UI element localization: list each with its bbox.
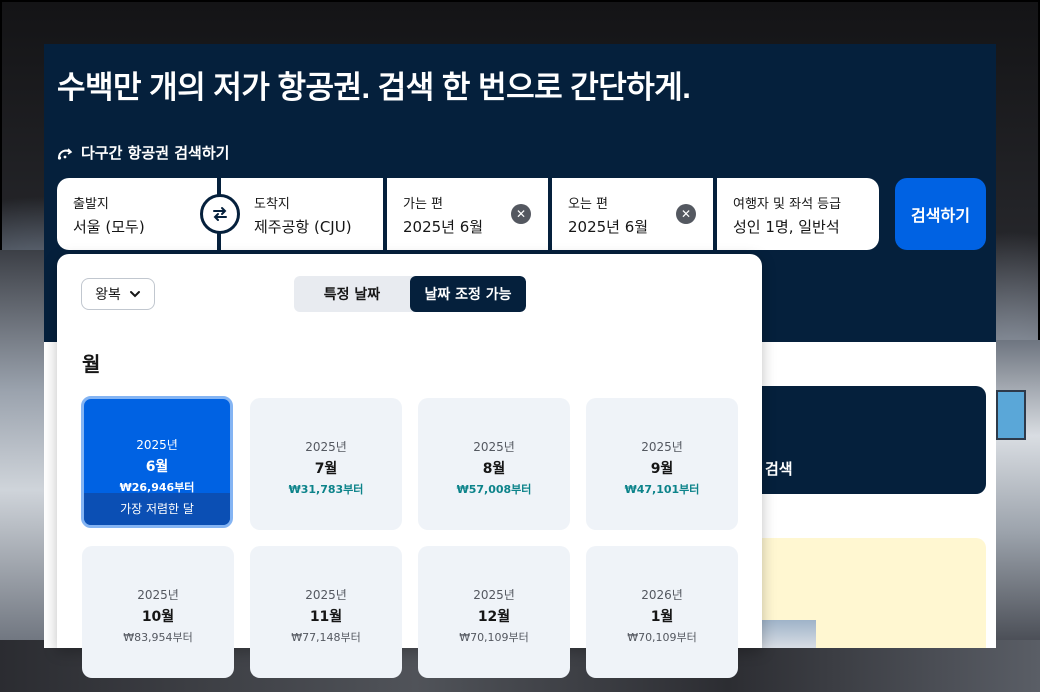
background-window (996, 390, 1026, 440)
swap-button[interactable] (200, 194, 240, 234)
chevron-down-icon (129, 291, 140, 298)
promo-card-text: 검색 (765, 460, 793, 478)
origin-label: 출발지 (73, 197, 109, 212)
month-card[interactable]: 2025년 6월 ₩26,946부터 가장 저렴한 달 (81, 396, 233, 528)
month-price: ₩47,101부터 (624, 483, 700, 496)
tab-specific-dates[interactable]: 특정 날짜 (294, 276, 410, 312)
trip-type-value: 왕복 (95, 287, 121, 303)
month-section-title: 월 (82, 352, 101, 376)
month-year: 2025년 (136, 438, 178, 452)
date-mode-toggle: 특정 날짜 날짜 조정 가능 (294, 276, 526, 312)
month-card[interactable]: 2025년 7월 ₩31,783부터 (250, 398, 402, 530)
clear-return-icon[interactable]: ✕ (676, 204, 696, 224)
month-year: 2026년 (641, 588, 683, 602)
month-card[interactable]: 2025년 10월 ₩83,954부터 (82, 546, 234, 678)
multi-city-link[interactable]: 다구간 항공권 검색하기 (57, 142, 229, 163)
month-year: 2025년 (137, 588, 179, 602)
month-price: ₩83,954부터 (123, 631, 193, 644)
multi-city-label: 다구간 항공권 검색하기 (81, 144, 230, 162)
month-card[interactable]: 2025년 11월 ₩77,148부터 (250, 546, 402, 678)
month-card[interactable]: 2026년 1월 ₩70,109부터 (586, 546, 738, 678)
search-button[interactable]: 검색하기 (895, 178, 986, 250)
background-aircraft-right (996, 340, 1040, 660)
month-price: ₩57,008부터 (456, 483, 532, 496)
date-picker-dropdown: 왕복 특정 날짜 날짜 조정 가능 월 2025년 6월 ₩26,946부터 가… (57, 254, 762, 678)
origin-value: 서울 (모두) (73, 218, 145, 236)
month-year: 2025년 (305, 588, 347, 602)
month-year: 2025년 (641, 440, 683, 454)
destination-value: 제주공항 (CJU) (254, 218, 352, 236)
promo-image (762, 620, 816, 648)
month-card[interactable]: 2025년 8월 ₩57,008부터 (418, 398, 570, 530)
destination-label: 도착지 (254, 197, 290, 212)
promo-card[interactable]: 검색 (740, 386, 986, 494)
month-year: 2025년 (473, 588, 515, 602)
origin-field[interactable]: 출발지 서울 (모두) (57, 178, 217, 250)
month-name: 10월 (141, 609, 175, 625)
month-name: 9월 (650, 461, 674, 477)
multi-city-icon (57, 147, 73, 160)
travellers-value: 성인 1명, 일반석 (733, 218, 840, 236)
month-year: 2025년 (305, 440, 347, 454)
month-name: 8월 (482, 461, 506, 477)
month-year: 2025년 (473, 440, 515, 454)
month-price: ₩77,148부터 (291, 631, 361, 644)
background-aircraft-left (0, 250, 44, 650)
travellers-label: 여행자 및 좌석 등급 (733, 197, 842, 212)
swap-icon (213, 207, 227, 221)
month-price: ₩70,109부터 (627, 631, 697, 644)
cheapest-month-badge: 가장 저렴한 달 (84, 493, 230, 525)
depart-date-field[interactable]: 가는 편 2025년 6월 ✕ (387, 178, 548, 250)
travellers-field[interactable]: 여행자 및 좌석 등급 성인 1명, 일반석 (717, 178, 879, 250)
page-headline: 수백만 개의 저가 항공권. 검색 한 번으로 간단하게. (57, 70, 691, 105)
return-date-field[interactable]: 오는 편 2025년 6월 ✕ (552, 178, 713, 250)
month-name: 6월 (145, 459, 169, 475)
month-card[interactable]: 2025년 12월 ₩70,109부터 (418, 546, 570, 678)
month-name: 12월 (477, 609, 511, 625)
month-card[interactable]: 2025년 9월 ₩47,101부터 (586, 398, 738, 530)
trip-type-select[interactable]: 왕복 (81, 278, 155, 310)
month-price: ₩70,109부터 (459, 631, 529, 644)
month-name: 1월 (650, 609, 674, 625)
destination-field[interactable]: 도착지 제주공항 (CJU) (221, 178, 383, 250)
month-name: 11월 (309, 609, 343, 625)
month-name: 7월 (314, 461, 338, 477)
clear-depart-icon[interactable]: ✕ (511, 204, 531, 224)
tab-flexible-dates[interactable]: 날짜 조정 가능 (410, 276, 526, 312)
month-price: ₩31,783부터 (288, 483, 364, 496)
